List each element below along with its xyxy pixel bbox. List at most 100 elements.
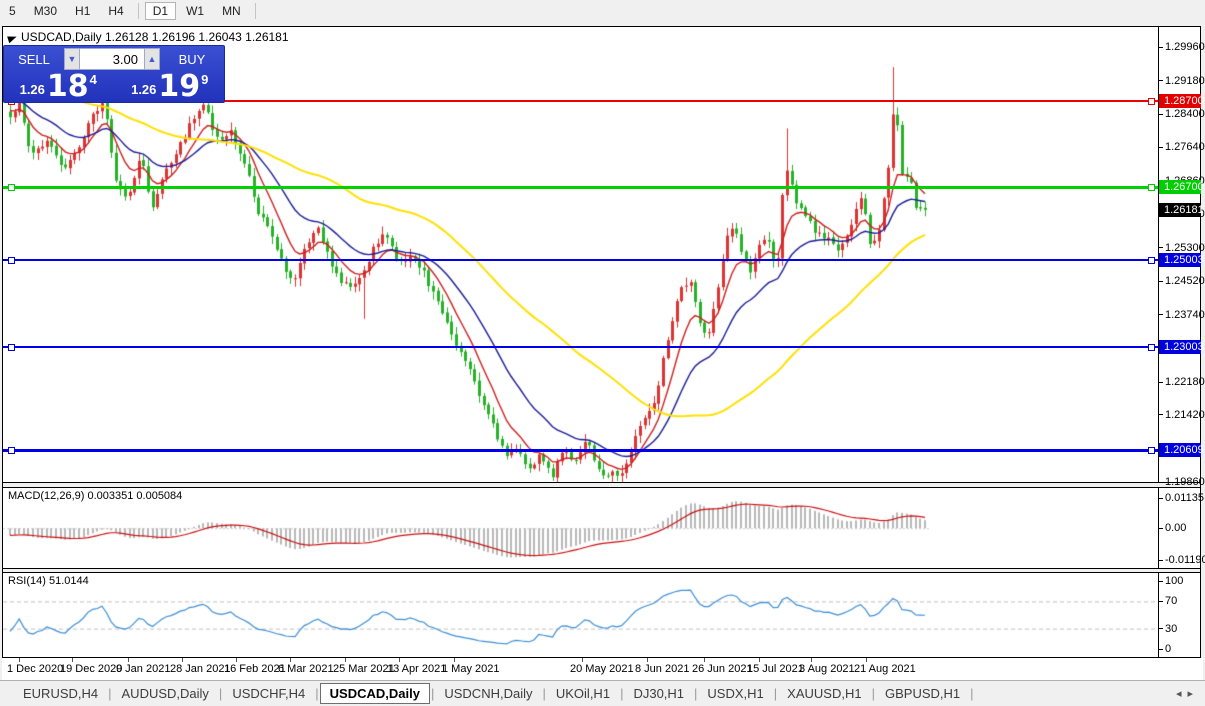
tick-dash	[1159, 528, 1163, 529]
chart-tab-bar: EURUSD,H4|AUDUSD,Daily|USDCHF,H4|USDCAD,…	[0, 680, 1205, 706]
chart-tab-dj30[interactable]: DJ30,H1	[624, 683, 693, 704]
sell-price-prefix: 1.26	[20, 82, 45, 97]
timeframe-button-MN[interactable]: MN	[214, 2, 249, 20]
volume-control: ▼ ▲	[64, 48, 160, 70]
line-handle[interactable]	[1148, 184, 1155, 191]
one-click-trading-widget: SELL ▼ ▲ BUY 1.26 18 4 1.26 19 9	[3, 45, 225, 103]
tick-dash	[1159, 382, 1163, 383]
chart-tab-audusd[interactable]: AUDUSD,Daily	[113, 683, 218, 704]
line-handle[interactable]	[1148, 98, 1155, 105]
date-label: 28 Jan 2021	[170, 663, 231, 675]
horizontal-line[interactable]	[3, 259, 1159, 261]
tick-dash	[1159, 314, 1163, 315]
rsi-axis-tick: 70	[1159, 595, 1177, 607]
tab-separator: |	[108, 686, 111, 701]
tab-scroll-left-icon[interactable]: ◂	[1176, 688, 1188, 700]
price-axis-tick-label: 1.27640	[1165, 141, 1205, 153]
volume-decrease-button[interactable]: ▼	[64, 48, 80, 70]
price-axis[interactable]: 1.299601.291801.284001.276401.268601.260…	[1158, 27, 1200, 482]
rsi-header: RSI(14) 51.0144	[8, 575, 89, 587]
chart-tab-usdchf[interactable]: USDCHF,H4	[223, 683, 314, 704]
rsi-axis-tick: 100	[1159, 575, 1183, 587]
rsi-panel: RSI(14) 51.0144 100 70 30 0	[3, 572, 1200, 657]
price-axis-tick-label: 1.29960	[1165, 41, 1205, 53]
price-axis-tick: 1.19860	[1159, 476, 1205, 488]
line-handle[interactable]	[8, 344, 15, 351]
tab-scroll-arrows[interactable]: ◂▸	[1176, 687, 1199, 700]
line-handle[interactable]	[8, 184, 15, 191]
date-tick	[759, 658, 760, 662]
toolbar-separator	[138, 3, 139, 19]
price-level-label: 1.23003	[1159, 340, 1201, 354]
chart-tab-usdx[interactable]: USDX,H1	[698, 683, 772, 704]
date-tick	[290, 658, 291, 662]
macd-axis-tick-label: 0.00	[1165, 522, 1186, 534]
tab-separator: |	[970, 686, 973, 701]
chart-tab-usdcad[interactable]: USDCAD,Daily	[320, 683, 430, 704]
tab-separator: |	[872, 686, 875, 701]
tab-scroll-right-icon[interactable]: ▸	[1187, 688, 1199, 700]
line-handle[interactable]	[8, 257, 15, 264]
mt4-terminal: { "toolbar": { "items": [ {"label":"5","…	[0, 0, 1205, 706]
volume-input[interactable]	[80, 48, 144, 70]
price-axis-tick-label: 1.29180	[1165, 75, 1205, 87]
rsi-axis[interactable]: 100 70 30 0	[1158, 573, 1200, 657]
date-tick	[128, 658, 129, 662]
macd-axis[interactable]: 0.011350.00-0.01190	[1158, 488, 1200, 568]
horizontal-line[interactable]	[3, 449, 1159, 452]
price-axis-tick: 1.21420	[1159, 409, 1205, 421]
chart-tab-gbpusd[interactable]: GBPUSD,H1	[876, 683, 969, 704]
line-handle[interactable]	[8, 447, 15, 454]
horizontal-line[interactable]	[3, 186, 1159, 189]
timeframe-button-M30[interactable]: M30	[26, 2, 65, 20]
tab-separator: |	[542, 686, 545, 701]
tick-dash	[1159, 80, 1163, 81]
horizontal-line[interactable]	[3, 346, 1159, 348]
macd-axis-tick: 0.00	[1159, 522, 1186, 534]
tick-dash	[1159, 114, 1163, 115]
rsi-axis-tick: 0	[1159, 643, 1171, 655]
price-axis-tick: 1.29180	[1159, 75, 1205, 87]
date-label: 20 May 2021	[570, 663, 634, 675]
chart-tab-xauusd[interactable]: XAUUSD,H1	[778, 683, 870, 704]
price-axis-tick-label: 1.23740	[1165, 309, 1205, 321]
price-axis-tick: 1.25300	[1159, 242, 1205, 254]
date-tick	[647, 658, 648, 662]
date-tick	[399, 658, 400, 662]
chart-tab-ukoil[interactable]: UKOil,H1	[547, 683, 619, 704]
buy-price-display[interactable]: 1.26 19 9	[116, 73, 225, 102]
line-handle[interactable]	[1148, 257, 1155, 264]
tick-dash	[1159, 649, 1163, 650]
timeframe-button-W1[interactable]: W1	[178, 2, 212, 20]
rsi-axis-tick-label: 30	[1165, 623, 1177, 635]
date-tick	[19, 658, 20, 662]
price-axis-tick: 1.24520	[1159, 275, 1205, 287]
sell-price-display[interactable]: 1.26 18 4	[4, 73, 113, 102]
date-label: 19 Dec 2020	[60, 663, 122, 675]
chart-tab-eurusd[interactable]: EURUSD,H4	[14, 683, 107, 704]
time-axis[interactable]: 1 Dec 202019 Dec 20209 Jan 202128 Jan 20…	[2, 658, 1203, 680]
sell-price-pip: 4	[90, 72, 97, 87]
timeframe-button-H1[interactable]: H1	[67, 2, 98, 20]
line-handle[interactable]	[1148, 344, 1155, 351]
rsi-axis-tick: 30	[1159, 623, 1177, 635]
macd-panel: MACD(12,26,9) 0.003351 0.005084 0.011350…	[3, 487, 1200, 569]
line-handle[interactable]	[1148, 447, 1155, 454]
chart-title: USDCAD,Daily 1.26128 1.26196 1.26043 1.2…	[8, 30, 289, 44]
tick-dash	[1159, 581, 1163, 582]
rsi-canvas[interactable]	[3, 573, 1159, 657]
price-axis-tick-label: 1.22180	[1165, 376, 1205, 388]
tick-dash	[1159, 601, 1163, 602]
date-label: 26 Jun 2021	[692, 663, 753, 675]
timeframe-button-5[interactable]: 5	[1, 2, 24, 20]
tick-dash	[1159, 247, 1163, 248]
timeframe-button-D1[interactable]: D1	[145, 2, 176, 20]
chart-window: USDCAD,Daily 1.26128 1.26196 1.26043 1.2…	[2, 26, 1201, 658]
date-label: 1 May 2021	[442, 663, 499, 675]
date-label: 21 Aug 2021	[854, 663, 916, 675]
chart-tab-usdcnh[interactable]: USDCNH,Daily	[435, 683, 541, 704]
price-level-label: 1.28700	[1159, 94, 1201, 108]
timeframe-button-H4[interactable]: H4	[100, 2, 131, 20]
volume-increase-button[interactable]: ▲	[144, 48, 160, 70]
rsi-axis-tick-label: 100	[1165, 575, 1183, 587]
